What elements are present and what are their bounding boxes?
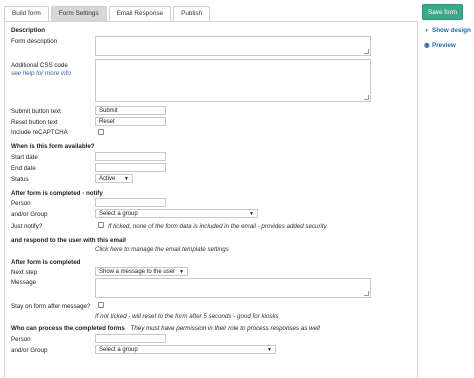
email-template-link[interactable]: Click here to manage the email template … bbox=[95, 246, 229, 253]
chevron-down-icon: ▼ bbox=[267, 347, 272, 353]
next-step-label: Next step bbox=[11, 269, 38, 276]
next-step-value: Show a message to the user bbox=[99, 269, 176, 275]
show-design-label: Show design bbox=[432, 27, 471, 34]
contrast-icon: ◑ bbox=[424, 27, 428, 34]
tab-build-form[interactable]: Build form bbox=[4, 6, 49, 21]
notify-group-label: and/or Group bbox=[11, 211, 48, 218]
next-step-select[interactable]: Show a message to the user ▼ bbox=[95, 267, 188, 276]
preview-link[interactable]: ◉ Preview bbox=[424, 42, 456, 49]
notify-group-select[interactable]: Select a group ▼ bbox=[95, 209, 258, 218]
availability-heading: When is this form available? bbox=[11, 143, 95, 150]
end-date-input[interactable] bbox=[95, 163, 166, 172]
resize-grip-icon[interactable] bbox=[364, 95, 369, 100]
tab-email-response[interactable]: Email Response bbox=[108, 6, 172, 21]
process-person-input[interactable] bbox=[95, 334, 166, 343]
preview-label: Preview bbox=[432, 42, 456, 49]
form-settings-panel: Description Form description Additional … bbox=[4, 21, 418, 378]
after-completed-heading: After form is completed bbox=[11, 259, 81, 266]
message-field[interactable] bbox=[95, 278, 371, 298]
message-label: Message bbox=[11, 279, 37, 286]
process-heading-note: They must have permission in their role … bbox=[130, 325, 320, 332]
recaptcha-label: Include reCAPTCHA bbox=[11, 129, 68, 136]
form-description-field[interactable] bbox=[95, 36, 371, 56]
resize-grip-icon[interactable] bbox=[364, 291, 369, 296]
tab-publish[interactable]: Publish bbox=[173, 6, 211, 21]
process-group-select[interactable]: Select a group ▼ bbox=[95, 345, 276, 354]
end-date-label: End date bbox=[11, 165, 36, 172]
submit-text-label: Submit button text bbox=[11, 108, 61, 115]
just-notify-label: Just notify? bbox=[11, 223, 43, 230]
chevron-down-icon: ▼ bbox=[249, 211, 254, 217]
css-code-label: Additional CSS code bbox=[11, 62, 68, 69]
show-design-link[interactable]: ◑ Show design bbox=[424, 27, 471, 34]
tab-bar: Build form Form Settings Email Response … bbox=[4, 6, 212, 21]
start-date-input[interactable] bbox=[95, 152, 166, 161]
stay-on-form-note: If not ticked - will reset to the form a… bbox=[95, 313, 279, 320]
resize-grip-icon[interactable] bbox=[364, 49, 369, 54]
notify-person-label: Person bbox=[11, 200, 31, 207]
status-select[interactable]: Active ▼ bbox=[95, 174, 133, 183]
form-description-label: Form description bbox=[11, 38, 58, 45]
notify-person-input[interactable] bbox=[95, 198, 166, 207]
just-notify-checkbox[interactable] bbox=[98, 222, 104, 228]
tab-form-settings[interactable]: Form Settings bbox=[50, 6, 107, 21]
notify-group-value: Select a group bbox=[99, 211, 138, 217]
recaptcha-checkbox[interactable] bbox=[98, 129, 104, 135]
process-heading: Who can process the completed forms They… bbox=[11, 325, 320, 332]
process-group-value: Select a group bbox=[99, 347, 138, 353]
css-code-field[interactable] bbox=[95, 59, 371, 102]
start-date-label: Start date bbox=[11, 154, 38, 161]
process-group-label: and/or Group bbox=[11, 347, 48, 354]
stay-on-form-checkbox[interactable] bbox=[98, 302, 104, 308]
save-form-button[interactable]: Save form bbox=[422, 4, 463, 20]
process-person-label: Person bbox=[11, 336, 31, 343]
submit-text-input[interactable]: Submit bbox=[95, 106, 166, 115]
css-help-link[interactable]: see help for more info bbox=[11, 70, 71, 77]
chevron-down-icon: ▼ bbox=[124, 176, 129, 182]
notify-heading: After form is completed - notify bbox=[11, 190, 103, 197]
chevron-down-icon: ▼ bbox=[179, 269, 184, 275]
just-notify-note: If ticked, none of the form data is incl… bbox=[108, 223, 329, 230]
description-heading: Description bbox=[11, 27, 46, 34]
eye-icon: ◉ bbox=[424, 42, 430, 49]
reset-text-input[interactable]: Reset bbox=[95, 117, 166, 126]
respond-heading: and respond to the user with this email bbox=[11, 237, 126, 244]
status-value: Active bbox=[99, 176, 116, 182]
process-heading-text: Who can process the completed forms bbox=[11, 325, 125, 332]
status-label: Status bbox=[11, 176, 29, 183]
reset-text-label: Reset button text bbox=[11, 119, 58, 126]
stay-on-form-label: Stay on form after message? bbox=[11, 303, 91, 310]
